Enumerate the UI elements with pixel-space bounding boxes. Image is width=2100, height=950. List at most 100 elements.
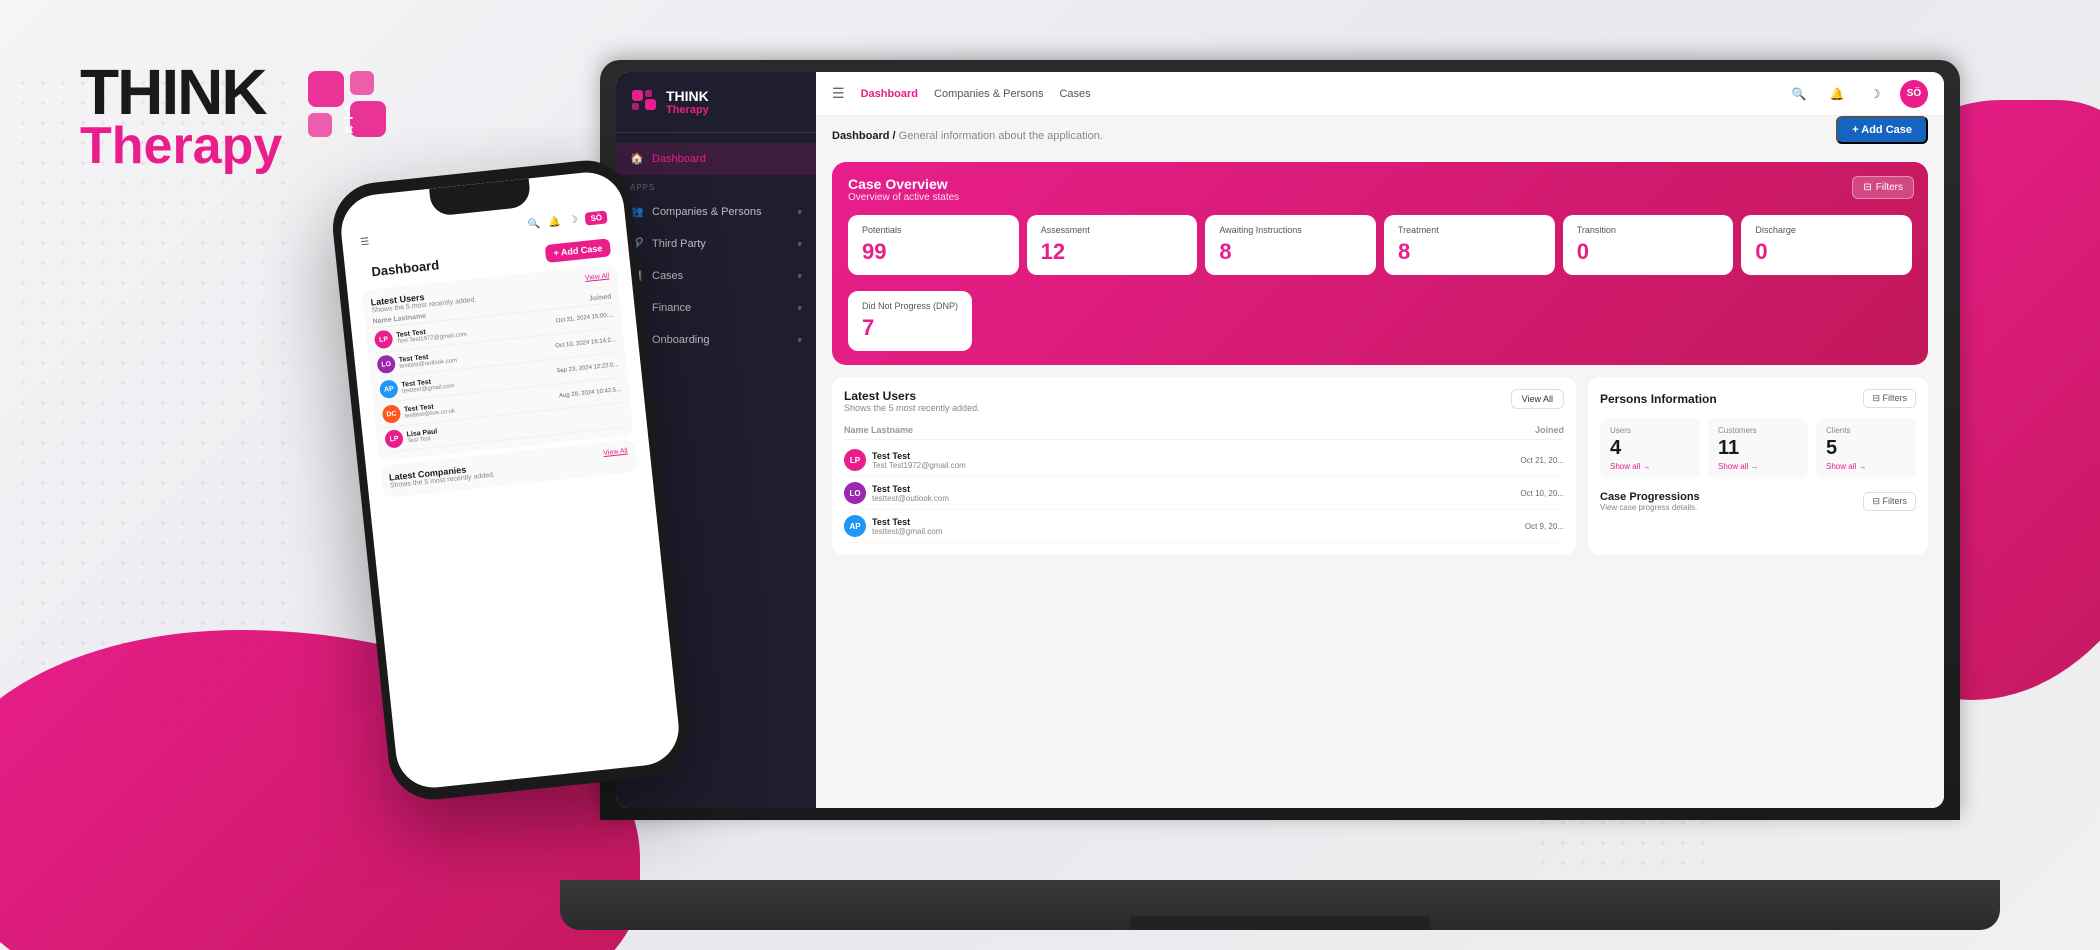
sidebar-cases-label: Cases	[652, 270, 683, 282]
sidebar-dashboard-label: Dashboard	[652, 153, 706, 165]
sidebar-item-dashboard[interactable]: 🏠 Dashboard	[616, 143, 816, 175]
sidebar-onboarding-label: Onboarding	[652, 334, 710, 346]
user-email-3: testtest@gmail.com	[872, 527, 1519, 536]
topnav-cases[interactable]: Cases	[1059, 88, 1090, 100]
assessment-label: Assessment	[1041, 225, 1184, 235]
sidebar-item-finance[interactable]: 💰 Finance ▾	[616, 292, 816, 324]
awaiting-label: Awaiting Instructions	[1219, 225, 1362, 235]
svg-text:1: 1	[343, 103, 353, 123]
case-overview-filters-btn[interactable]: ⊟ Filters	[1852, 176, 1914, 199]
user-row-3: AP Test Test testtest@gmail.com Oct 9, 2…	[844, 510, 1564, 543]
col-joined: Joined	[1535, 425, 1564, 435]
user-date-1: Oct 21, 20...	[1520, 456, 1564, 465]
app-container: THINK Therapy 🏠 Dashboard Apps 👥 Compani…	[616, 72, 1944, 808]
onboarding-chevron: ▾	[797, 335, 802, 346]
clients-stat: Clients 5 Show all →	[1816, 418, 1916, 479]
clients-show-all[interactable]: Show all →	[1826, 462, 1906, 471]
users-value: 4	[1610, 437, 1690, 460]
potentials-label: Potentials	[862, 225, 1005, 235]
stat-assessment: Assessment 12	[1027, 215, 1198, 275]
breadcrumb-sub: General information about the applicatio…	[899, 130, 1103, 142]
awaiting-value: 8	[1219, 239, 1362, 265]
laptop-mockup: THINK Therapy 🏠 Dashboard Apps 👥 Compani…	[560, 60, 2000, 930]
finance-chevron: ▾	[797, 303, 802, 314]
persons-stats: Users 4 Show all → Customers 11 Show all…	[1600, 418, 1916, 479]
customers-label: Customers	[1718, 426, 1798, 435]
users-show-all[interactable]: Show all →	[1610, 462, 1690, 471]
phone-companies-view-all[interactable]: View All	[603, 448, 628, 458]
search-icon[interactable]: 🔍	[1786, 81, 1812, 107]
sidebar-item-companies[interactable]: 👥 Companies & Persons ▾	[616, 196, 816, 228]
breadcrumb-separator: /	[893, 130, 896, 142]
user-row-2: LO Test Test testtest@outlook.com Oct 10…	[844, 477, 1564, 510]
moon-icon[interactable]: ☽	[1862, 81, 1888, 107]
latest-users-panel: Latest Users Shows the 5 most recently a…	[832, 377, 1576, 555]
phone-view-all[interactable]: View All	[585, 273, 610, 283]
stats-row: Potentials 99 Assessment 12 Awaiting Ins…	[848, 215, 1912, 275]
transition-label: Transition	[1577, 225, 1720, 235]
main-logo-area: THINK Therapy 1 st	[80, 60, 408, 172]
logo-think: THINK	[80, 60, 282, 124]
dnp-value: 7	[862, 315, 958, 341]
topnav-icons: 🔍 🔔 ☽ SÖ	[1786, 80, 1928, 108]
logo-text: THINK Therapy	[80, 60, 282, 172]
user-avatar[interactable]: SÖ	[1900, 80, 1928, 108]
sidebar-logo-therapy: Therapy	[666, 104, 709, 116]
laptop-screen: THINK Therapy 🏠 Dashboard Apps 👥 Compani…	[616, 72, 1944, 808]
user-date-2: Oct 10, 20...	[1520, 489, 1564, 498]
app-content: Dashboard / General information about th…	[816, 116, 1944, 808]
topnav-companies[interactable]: Companies & Persons	[934, 88, 1043, 100]
breadcrumb-home: Dashboard	[832, 130, 889, 142]
phone-dash-title: Dashboard	[362, 252, 448, 284]
persons-panel: Persons Information ⊟ Filters Users 4 Sh…	[1588, 377, 1928, 555]
topnav-dashboard[interactable]: Dashboard	[861, 88, 918, 100]
bottom-section: Latest Users Shows the 5 most recently a…	[832, 377, 1928, 555]
user-name-1: Test Test	[872, 451, 1514, 461]
customers-stat: Customers 11 Show all →	[1708, 418, 1808, 479]
view-all-button[interactable]: View All	[1511, 389, 1564, 409]
dnp-label: Did Not Progress (DNP)	[862, 301, 958, 311]
phone-mockup: ☰ 🔍 🔔 ☽ SÖ Dashboard + Add Case Latest U…	[328, 156, 691, 804]
persons-title: Persons Information ⊟ Filters	[1600, 389, 1916, 408]
user-row-1: LP Test Test Test Test1972@gmail.com Oct…	[844, 444, 1564, 477]
hamburger-icon[interactable]: ☰	[832, 85, 845, 102]
customers-value: 11	[1718, 437, 1798, 460]
sidebar-item-thirdparty[interactable]: 🔗 Third Party ▾	[616, 228, 816, 260]
thirdparty-chevron: ▾	[797, 239, 802, 250]
filter-icon: ⊟	[1863, 182, 1871, 193]
persons-filters-btn[interactable]: ⊟ Filters	[1863, 389, 1916, 408]
clients-label: Clients	[1826, 426, 1906, 435]
customers-show-all[interactable]: Show all →	[1718, 462, 1798, 471]
sidebar-logo-think: THINK	[666, 88, 709, 104]
transition-value: 0	[1577, 239, 1720, 265]
case-progressions: Case Progressions View case progress det…	[1600, 491, 1916, 512]
stat-transition: Transition 0	[1563, 215, 1734, 275]
user-name-2: Test Test	[872, 484, 1514, 494]
stat-treatment: Treatment 8	[1384, 215, 1555, 275]
col-name: Name Lastname	[844, 425, 913, 435]
stat-awaiting: Awaiting Instructions 8	[1205, 215, 1376, 275]
users-label: Users	[1610, 426, 1690, 435]
case-prog-sub: View case progress details.	[1600, 503, 1700, 512]
user-email-1: Test Test1972@gmail.com	[872, 461, 1514, 470]
stat-potentials: Potentials 99	[848, 215, 1019, 275]
laptop-base-center	[1130, 916, 1430, 930]
case-prog-filters-btn[interactable]: ⊟ Filters	[1863, 492, 1916, 511]
logo-icon: 1 st	[298, 61, 408, 171]
sidebar-thirdparty-label: Third Party	[652, 238, 706, 250]
user-date-3: Oct 9, 20...	[1525, 522, 1564, 531]
stat-discharge: Discharge 0	[1741, 215, 1912, 275]
app-main: ☰ Dashboard Companies & Persons Cases 🔍 …	[816, 72, 1944, 808]
discharge-value: 0	[1755, 239, 1898, 265]
sidebar-item-cases[interactable]: 📋 Cases ▾	[616, 260, 816, 292]
sidebar-companies-label: Companies & Persons	[652, 206, 761, 218]
clients-value: 5	[1826, 437, 1906, 460]
user-avatar-3: AP	[844, 515, 866, 537]
potentials-value: 99	[862, 239, 1005, 265]
phone-add-btn[interactable]: + Add Case	[545, 238, 611, 263]
bell-icon[interactable]: 🔔	[1824, 81, 1850, 107]
treatment-label: Treatment	[1398, 225, 1541, 235]
companies-chevron: ▾	[797, 207, 802, 218]
add-case-button[interactable]: + Add Case	[1836, 116, 1928, 144]
case-overview-subtitle: Overview of active states	[848, 192, 1912, 203]
